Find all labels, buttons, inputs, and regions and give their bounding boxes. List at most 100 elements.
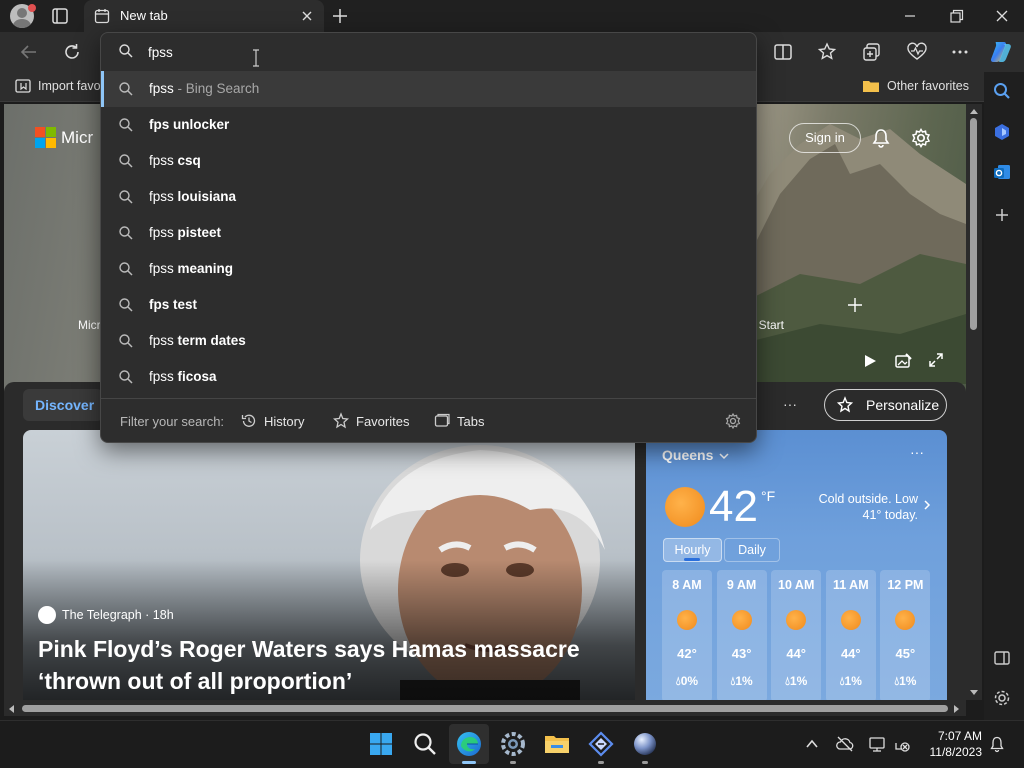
suggestion-completion: ficosa <box>177 369 217 384</box>
windows-start-icon[interactable] <box>367 730 395 758</box>
expand-icon[interactable] <box>928 352 944 368</box>
microsoft-brand-text: Micr <box>61 128 94 147</box>
suggestion-item[interactable]: fpss csq <box>101 143 756 179</box>
tab-close-icon[interactable] <box>300 9 314 23</box>
weather-city[interactable]: Queens <box>662 447 713 463</box>
feed-more-options[interactable]: ··· <box>783 396 797 412</box>
taskbar-date[interactable]: 11/8/2023 <box>920 745 983 759</box>
file-explorer-icon[interactable] <box>543 730 571 758</box>
change-background-icon[interactable] <box>894 352 912 370</box>
play-icon[interactable] <box>862 353 878 369</box>
hide-sidebar-icon[interactable] <box>992 648 1012 668</box>
weather-note[interactable]: Cold outside. Low 41° today. <box>805 491 918 523</box>
reload-icon[interactable] <box>61 41 83 63</box>
notifications-bell-icon[interactable] <box>870 127 892 149</box>
suggestion-prefix: fpss <box>149 333 178 348</box>
address-bar-input[interactable] <box>148 42 708 62</box>
running-app-indicator <box>510 761 516 764</box>
settings-more-icon[interactable] <box>949 41 971 63</box>
suggestion-item[interactable]: fpss meaning <box>101 251 756 287</box>
search-icon <box>119 44 133 58</box>
copilot-icon[interactable] <box>988 39 1014 65</box>
taskbar-time[interactable]: 7:07 AM <box>928 729 982 743</box>
horizontal-scroll-thumb[interactable] <box>22 705 948 712</box>
current-temperature: 42 <box>709 482 758 531</box>
notification-center-bell-icon[interactable] <box>988 735 1006 753</box>
vertical-scroll-thumb[interactable] <box>970 118 977 330</box>
sign-in-button[interactable]: Sign in <box>789 123 861 153</box>
suggestion-item[interactable]: fpss - Bing Search <box>101 71 756 107</box>
news-headline[interactable]: Pink Floyd’s Roger Waters says Hamas mas… <box>38 633 618 697</box>
quick-link-tile-label[interactable]: Micr <box>78 318 101 332</box>
search-settings-gear-icon[interactable] <box>724 412 742 430</box>
discover-tab[interactable]: Discover <box>23 389 103 421</box>
sidebar-settings-gear-icon[interactable] <box>992 688 1012 708</box>
hourly-forecast-item[interactable]: 10 AM 44° 💧︎1% <box>771 570 822 702</box>
page-settings-gear-icon[interactable] <box>910 127 932 149</box>
suggestion-prefix: fpss <box>149 153 178 168</box>
suggestion-text: fpss csq <box>149 153 201 168</box>
search-icon <box>119 190 133 204</box>
copilot-sidebar-icon[interactable] <box>992 122 1012 142</box>
onedrive-offline-icon[interactable] <box>836 735 854 753</box>
scroll-up-arrow-icon[interactable] <box>968 106 980 116</box>
favorites-star-icon[interactable] <box>816 41 838 63</box>
tab-actions-icon[interactable] <box>48 6 72 26</box>
suggestion-item[interactable]: fpss ficosa <box>101 359 756 395</box>
weather-daily-tab[interactable]: Daily <box>724 538 780 562</box>
filter-tabs-button[interactable]: Tabs <box>433 412 488 430</box>
telegraph-logo-icon <box>38 606 56 624</box>
window-close-icon[interactable] <box>990 6 1014 26</box>
suggestion-text: fpss pisteet <box>149 225 221 240</box>
other-favorites-folder[interactable]: Other favorites <box>887 79 969 93</box>
app-icon-sphere[interactable] <box>631 730 659 758</box>
hourly-forecast-item[interactable]: 12 PM 45° 💧︎1% <box>880 570 931 702</box>
forecast-precip-value: 1% <box>899 674 917 688</box>
scroll-down-arrow-icon[interactable] <box>968 688 980 698</box>
filter-history-button[interactable]: History <box>240 412 310 430</box>
back-arrow-icon[interactable] <box>18 41 40 63</box>
settings-app-icon[interactable] <box>499 730 527 758</box>
suggestion-item[interactable]: fps test <box>101 287 756 323</box>
network-disconnected-icon[interactable] <box>893 735 911 753</box>
weather-more-options[interactable]: ··· <box>910 444 924 460</box>
forecast-temp: 42° <box>677 646 697 661</box>
edge-browser-icon[interactable] <box>455 730 483 758</box>
hourly-forecast-item[interactable]: 11 AM 44° 💧︎1% <box>825 570 876 702</box>
forecast-precip-value: 1% <box>844 674 862 688</box>
display-icon[interactable] <box>868 735 886 753</box>
search-icon <box>119 298 133 312</box>
new-tab-plus-icon[interactable] <box>330 6 350 26</box>
collections-icon[interactable] <box>861 41 883 63</box>
chevron-right-icon[interactable] <box>921 499 933 511</box>
add-sidebar-app-icon[interactable] <box>992 205 1012 225</box>
import-favorites-link[interactable]: Import favo <box>38 79 101 93</box>
filter-history-label: History <box>264 414 305 429</box>
search-icon[interactable] <box>992 81 1012 101</box>
active-tab-indicator <box>684 558 700 561</box>
folder-icon <box>863 81 879 92</box>
hourly-forecast-item[interactable]: 8 AM 42° 💧︎0% <box>662 570 712 702</box>
taskbar-search-icon[interactable] <box>411 730 439 758</box>
chevron-up-icon[interactable] <box>805 737 819 751</box>
app-icon-blue-diamond[interactable] <box>587 730 615 758</box>
suggestion-item[interactable]: fpss term dates <box>101 323 756 359</box>
chevron-down-icon[interactable] <box>718 450 730 462</box>
restore-icon[interactable] <box>944 6 968 26</box>
scroll-right-arrow-icon[interactable] <box>952 703 962 715</box>
suggestion-item[interactable]: fpss pisteet <box>101 215 756 251</box>
outlook-icon[interactable] <box>992 162 1012 182</box>
suggestion-completion: term dates <box>177 333 246 348</box>
temperature-unit[interactable]: °F <box>761 488 775 504</box>
split-screen-icon[interactable] <box>772 41 794 63</box>
filter-label: Filter your search: <box>120 414 225 429</box>
suggestion-item[interactable]: fps unlocker <box>101 107 756 143</box>
filter-favorites-button[interactable]: Favorites <box>332 412 412 430</box>
hourly-forecast-item[interactable]: 9 AM 43° 💧︎1% <box>716 570 767 702</box>
forecast-time: 11 AM <box>832 578 869 592</box>
browser-essentials-icon[interactable] <box>906 41 928 63</box>
minimize-icon[interactable] <box>898 8 922 24</box>
scroll-left-arrow-icon[interactable] <box>6 703 16 715</box>
suggestion-item[interactable]: fpss louisiana <box>101 179 756 215</box>
add-quick-link-icon[interactable] <box>845 295 865 315</box>
